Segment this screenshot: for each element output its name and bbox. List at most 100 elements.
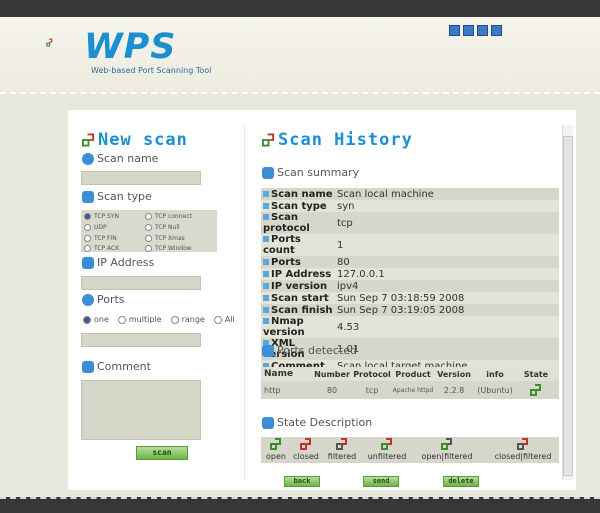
state-open-filtered: open|filtered (419, 437, 475, 461)
scan-type-udp[interactable]: UDP (84, 224, 107, 231)
state-label: filtered (327, 452, 357, 461)
new-scan-title: New scan (82, 130, 188, 150)
summary-key: Ports count (261, 234, 335, 256)
state-closed: closed (291, 437, 321, 461)
scan-button[interactable]: scan (136, 446, 188, 460)
scan-summary-label-text: Scan summary (277, 166, 360, 179)
state-label: unfiltered (367, 452, 407, 461)
comment-textarea[interactable] (81, 380, 201, 440)
summary-key: Scan name (261, 188, 335, 200)
scan-type-option-label: TCP Xmas (155, 235, 185, 242)
summary-key: Nmap version (261, 316, 335, 338)
ip-address-label-text: IP Address (97, 256, 155, 269)
ports-all-radio[interactable]: All (213, 315, 235, 324)
summary-key: Scan protocol (261, 212, 335, 234)
summary-value: Sun Sep 7 03:19:05 2008 (337, 304, 465, 316)
scan-name-input[interactable] (81, 171, 201, 185)
home-icon[interactable] (449, 25, 460, 36)
ip-address-label: IP Address (82, 256, 154, 269)
scan-name-label-text: Scan name (97, 152, 159, 165)
app-tagline: Web-based Port Scanning Tool (91, 66, 212, 75)
state-label: closed (293, 452, 319, 461)
ports-label-text: Ports (97, 293, 125, 306)
state-description-label-text: State Description (277, 416, 373, 429)
wps-mini-logo-icon (82, 133, 95, 147)
close-icon[interactable] (491, 25, 502, 36)
state-label: open|filtered (421, 452, 473, 461)
top-bar (0, 0, 600, 18)
summary-row: Scan name Scan local machine (261, 188, 559, 200)
scan-type-label-text: Scan type (97, 190, 152, 203)
ports-one-radio[interactable]: one (83, 315, 109, 324)
summary-value: Sun Sep 7 03:18:59 2008 (337, 292, 465, 304)
scan-summary-label: Scan summary (262, 166, 359, 179)
state-unfiltered: unfiltered (365, 437, 409, 461)
summary-row: Scan type syn (261, 200, 559, 212)
col-name: Name (264, 369, 294, 379)
state-open-filtered-icon (441, 438, 452, 450)
scan-type-tcp-null[interactable]: TCP Null (145, 224, 180, 231)
scan-type-tcp-xmas[interactable]: TCP Xmas (145, 235, 185, 242)
summary-key: Scan finish (261, 304, 335, 316)
app-logo-text: WPS (84, 27, 177, 67)
summary-value: 1.01 (337, 343, 360, 355)
ports-range-radio[interactable]: range (170, 315, 205, 324)
scan-history-title: Scan History (262, 130, 413, 150)
table-row: http 80 tcp Apache httpd 2.2.8 (Ubuntu) (261, 381, 559, 399)
ports-option-label: All (224, 315, 235, 324)
state-unfiltered-icon (381, 438, 392, 450)
summary-row: Nmap version 4.53 (261, 316, 559, 338)
port-state-open-icon (516, 383, 556, 397)
wps-logo-icon (46, 38, 53, 47)
column-divider (244, 125, 245, 480)
send-button[interactable]: send (363, 476, 399, 487)
summary-row: Scan start Sun Sep 7 03:18:59 2008 (261, 292, 559, 304)
scan-type-option-label: TCP connect (155, 213, 192, 220)
speech-bubble-icon (82, 360, 94, 373)
summary-value: Scan local machine (337, 188, 434, 200)
print-icon[interactable] (463, 25, 474, 36)
summary-row: Scan protocol tcp (261, 212, 559, 234)
summary-value: 4.53 (337, 321, 360, 333)
state-legend: open closed filtered unfiltered open|fil… (261, 437, 559, 463)
ports-input[interactable] (81, 333, 201, 347)
summary-value: syn (337, 200, 355, 212)
col-number: Number (314, 369, 350, 379)
back-button[interactable]: back (284, 476, 320, 487)
state-filtered: filtered (325, 437, 359, 461)
scan-type-tcp-connect[interactable]: TCP connect (145, 213, 192, 220)
state-label: open (266, 452, 286, 461)
port-product: Apache httpd (392, 386, 434, 394)
scan-type-option-label: TCP SYN (94, 213, 119, 220)
target-icon (82, 293, 94, 306)
scan-name-label: Scan name (82, 152, 158, 165)
summary-row: Scan finish Sun Sep 7 03:19:05 2008 (261, 304, 559, 316)
state-closed-icon (300, 438, 311, 450)
col-state: State (523, 369, 549, 379)
tools-icon[interactable] (477, 25, 488, 36)
wps-mini-logo-icon (262, 133, 275, 147)
ip-address-input[interactable] (81, 276, 201, 290)
scan-type-tcp-fin[interactable]: TCP FIN (84, 235, 117, 242)
scan-type-tcp-window[interactable]: TCP Window (145, 245, 192, 252)
ports-multiple-radio[interactable]: multiple (117, 315, 162, 324)
state-closed-filtered: closed|filtered (491, 437, 555, 461)
ports-label: Ports (82, 293, 125, 306)
state-closed-filtered-icon (517, 438, 528, 450)
summary-key: Scan start (261, 292, 335, 304)
state-open-icon (270, 438, 281, 450)
scan-type-tcp-syn[interactable]: TCP SYN (84, 213, 119, 220)
ports-mode-options: one multiple range All (83, 315, 235, 324)
delete-button[interactable]: delete (443, 476, 479, 487)
summary-row: IP version ipv4 (261, 280, 559, 292)
state-open-icon (530, 383, 541, 396)
ports-option-label: multiple (128, 315, 162, 324)
state-filtered-icon (336, 438, 347, 450)
scrollbar-thumb[interactable] (563, 136, 573, 476)
user-icon (82, 152, 94, 165)
scan-history-title-text: Scan History (278, 130, 413, 150)
summary-key: IP version (261, 280, 335, 292)
scan-type-tcp-ack[interactable]: TCP ACK (84, 245, 119, 252)
port-version: 2.2.8 (443, 385, 465, 395)
scan-type-label: Scan type (82, 190, 152, 203)
